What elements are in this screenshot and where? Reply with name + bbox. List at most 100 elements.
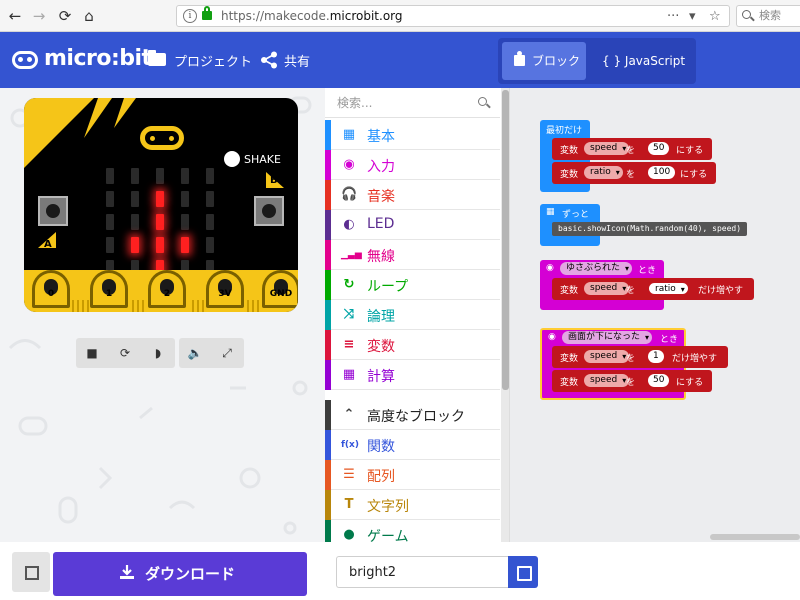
toolbox-category-12[interactable]: T 文字列 (325, 490, 500, 520)
javascript-tab[interactable]: { } JavaScript (602, 42, 685, 80)
toolbox-category-6[interactable]: ⤨ 論理 (325, 300, 500, 330)
set-speed-prefix: 変数 (560, 146, 579, 156)
category-label: ループ (367, 279, 409, 295)
edge-pin (137, 300, 139, 312)
category-color-bar (325, 240, 331, 270)
info-icon[interactable]: i (183, 9, 197, 23)
gesture-dropdown-2[interactable]: 画面が下になった (562, 331, 653, 344)
edge-pin (142, 300, 144, 312)
toolbox-category-11[interactable]: ☰ 配列 (325, 460, 500, 490)
bookmark-star-icon[interactable]: ☆ (709, 7, 721, 27)
toolbox-category-0[interactable]: ▦ 基本 (325, 120, 500, 150)
change-speed-mid: を (626, 286, 636, 296)
download-button[interactable]: ダウンロード (53, 552, 307, 596)
led-r2-c2 (156, 214, 164, 230)
mute-icon[interactable]: 🔈 (187, 345, 203, 361)
collapse-simulator-button[interactable] (12, 552, 50, 592)
projects-button[interactable]: プロジェクト (174, 51, 252, 70)
gesture-dropdown[interactable]: ゆさぶられた (560, 262, 633, 275)
slow-mo-icon[interactable]: ◗ (150, 345, 166, 361)
edge-pin (77, 300, 79, 312)
speed-variable-dropdown-4[interactable]: speed (584, 374, 630, 387)
category-color-bar (325, 330, 331, 360)
share-icon[interactable] (260, 51, 278, 69)
set-speed-suffix: にする (676, 146, 704, 156)
shake-label: SHAKE (244, 153, 281, 166)
restart-icon[interactable]: ⟳ (117, 345, 133, 361)
toolbox-search-input[interactable]: 検索... (325, 88, 500, 118)
pin-3v[interactable]: 3V (206, 270, 244, 308)
category-icon: ⌃ (343, 407, 355, 422)
category-icon: ≡ (343, 337, 355, 352)
stop-icon[interactable]: ■ (84, 345, 100, 361)
toolbox-category-8[interactable]: ▦ 計算 (325, 360, 500, 390)
toolbox-search-placeholder: 検索... (337, 96, 373, 110)
fullscreen-icon[interactable]: ⤢ (219, 345, 235, 361)
back-icon[interactable]: ← (4, 5, 26, 27)
change-speed-prefix: 変数 (560, 286, 579, 296)
toolbox-scroll-thumb[interactable] (502, 90, 509, 390)
change-value-input[interactable]: 1 (648, 350, 664, 363)
toolbox-category-7[interactable]: ≡ 変数 (325, 330, 500, 360)
browser-search-input[interactable]: 検索 (736, 5, 800, 27)
save-button[interactable] (508, 556, 538, 588)
category-label: LED (367, 216, 395, 232)
address-bar[interactable]: i https://makecode.microbit.org ··· ▾ ☆ (176, 5, 730, 27)
toolbox-scrollbar[interactable] (501, 88, 509, 542)
led-r2-c1 (131, 214, 139, 230)
toolbox-category-1[interactable]: ◉ 入力 (325, 150, 500, 180)
pin-label: 0 (47, 289, 55, 299)
blocks-tab[interactable]: ブロック (502, 42, 586, 80)
button-b[interactable] (254, 196, 284, 226)
pin-label: 3V (218, 289, 232, 299)
microbit-board[interactable]: SHAKE A B 0 1 2 3V GND (24, 98, 298, 312)
button-a-label: A (44, 239, 52, 250)
ratio-reporter-dropdown[interactable]: ratio (648, 282, 689, 296)
speed-value-input[interactable]: 50 (648, 142, 670, 155)
toolbox-category-5[interactable]: ↻ ループ (325, 270, 500, 300)
toolbox-category-13[interactable]: ● ゲーム (325, 520, 500, 542)
shake-button[interactable] (224, 151, 240, 167)
category-label: 論理 (367, 309, 395, 325)
folder-icon[interactable] (148, 50, 166, 66)
led-r0-c2 (156, 168, 164, 184)
reload-icon[interactable]: ⟳ (54, 5, 76, 27)
project-name-input[interactable] (336, 556, 508, 588)
set-value-input[interactable]: 50 (648, 374, 670, 387)
toolbox-category-10[interactable]: f(x) 関数 (325, 430, 500, 460)
toolbox-category-2[interactable]: 🎧 音楽 (325, 180, 500, 210)
microbit-logo-icon (12, 51, 38, 69)
toolbox-category-3[interactable]: ◐ LED (325, 210, 500, 240)
category-color-bar (325, 490, 331, 520)
ratio-value-input[interactable]: 100 (648, 166, 676, 179)
category-label: 高度なブロック (367, 409, 465, 425)
category-icon: ⤨ (343, 307, 355, 322)
pin-1[interactable]: 1 (90, 270, 128, 308)
speed-variable-dropdown-2[interactable]: speed (584, 282, 630, 295)
on-face-down-suffix: とき (660, 335, 679, 345)
pin-2[interactable]: 2 (148, 270, 186, 308)
pin-gnd[interactable]: GND (262, 270, 298, 308)
speed-variable-dropdown-3[interactable]: speed (584, 350, 630, 363)
app-logo-text[interactable]: micro:bit (44, 46, 152, 71)
toolbox-category-4[interactable]: ▁▃▅ 無線 (325, 240, 500, 270)
show-icon-code-block[interactable]: basic.showIcon(Math.random(40), speed) (552, 222, 748, 236)
home-icon[interactable]: ⌂ (78, 5, 100, 27)
forward-icon[interactable]: → (28, 5, 50, 27)
ratio-variable-dropdown[interactable]: ratio (584, 166, 623, 179)
category-color-bar (325, 520, 331, 542)
pocket-icon[interactable]: ▾ (689, 7, 696, 27)
blocks-workspace[interactable]: 最初だけ 変数 speed を 50 にする 変数 ratio を 100 にす… (510, 88, 800, 542)
button-a[interactable] (38, 196, 68, 226)
more-icon[interactable]: ··· (667, 7, 679, 27)
on-face-down-event-icon: ◉ (548, 332, 556, 342)
category-label: ゲーム (367, 529, 409, 542)
toolbox-category-9[interactable]: ⌃ 高度なブロック (325, 400, 500, 430)
change-speed-1-prefix: 変数 (560, 354, 579, 364)
pin-0[interactable]: 0 (32, 270, 70, 308)
share-button[interactable]: 共有 (284, 51, 310, 70)
workspace-scrollbar[interactable] (710, 534, 800, 540)
category-icon: f(x) (341, 440, 359, 450)
led-r3-c1 (131, 237, 139, 253)
speed-variable-dropdown[interactable]: speed (584, 142, 630, 155)
